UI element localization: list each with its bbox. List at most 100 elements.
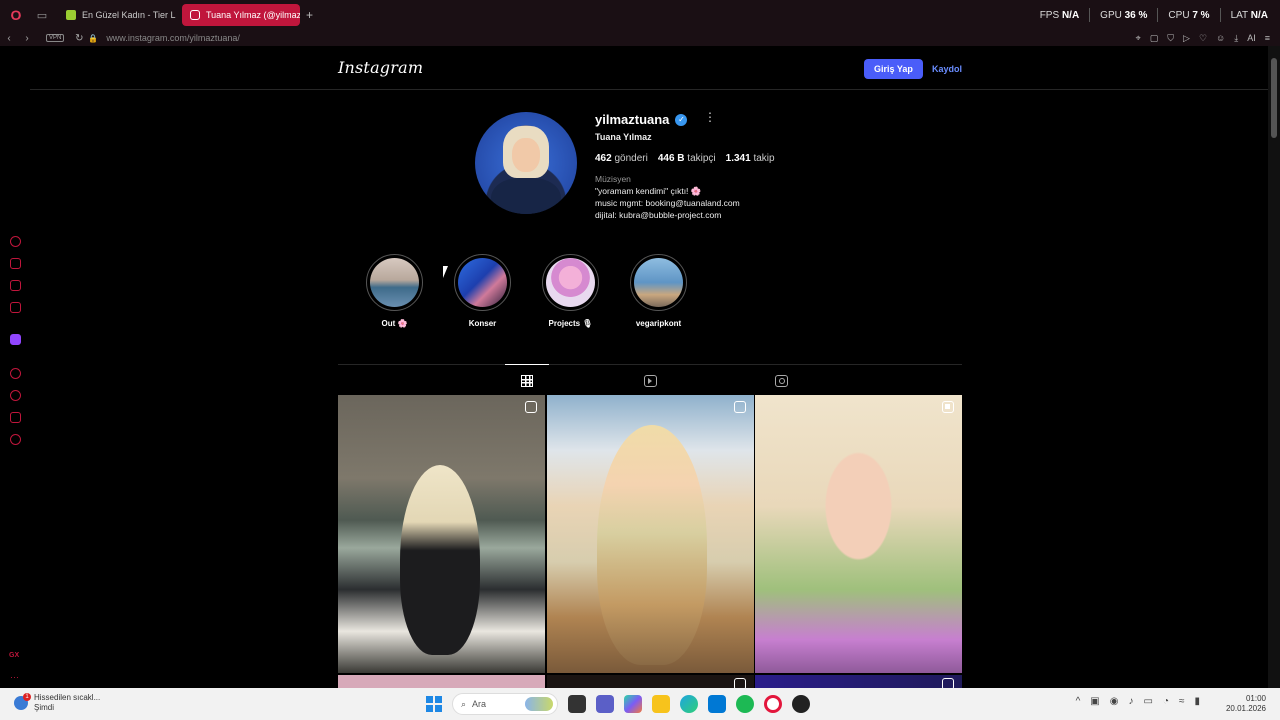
fps-stat: FPS N/A: [1039, 9, 1080, 21]
post-item[interactable]: [755, 674, 962, 688]
weather-text: Hissedilen sıcakl...: [34, 693, 101, 702]
tab-tagged[interactable]: [759, 365, 803, 397]
battery-icon[interactable]: ▮: [1194, 696, 1200, 707]
snapshot-icon[interactable]: ▢: [1150, 33, 1159, 44]
posts-count: 462 gönderi: [595, 153, 648, 164]
reel-badge-icon: [525, 401, 537, 413]
post-item[interactable]: [546, 674, 754, 688]
edge-icon[interactable]: [680, 695, 698, 713]
download-icon[interactable]: ⤓: [1234, 33, 1238, 44]
search-icon: ⌕: [461, 698, 467, 709]
display-icon[interactable]: ▭: [1143, 696, 1152, 707]
reels-icon: [643, 375, 657, 387]
profile-avatar[interactable]: [475, 112, 577, 214]
tray-app-icon[interactable]: ▣: [1090, 696, 1099, 707]
lat-stat: LAT N/A: [1230, 9, 1268, 21]
followers-count[interactable]: 446 B takipçi: [658, 153, 716, 164]
highlight-label: Out 🌸: [381, 319, 408, 328]
tier-list-favicon-icon: [66, 10, 76, 20]
sidebar-shop-icon[interactable]: [10, 258, 21, 269]
tab-manager-icon[interactable]: ▭: [32, 0, 52, 30]
instagram-header: Instagram Giriş Yap Kaydol: [30, 46, 1268, 90]
post-item[interactable]: [338, 395, 545, 673]
copilot-icon[interactable]: [624, 695, 642, 713]
performance-stats: FPS N/A GPU 36 % CPU 7 % LAT N/A: [1040, 0, 1268, 30]
store-icon[interactable]: [708, 695, 726, 713]
menu-icon[interactable]: ≡: [1265, 33, 1270, 43]
wifi-icon[interactable]: ≈: [1179, 696, 1185, 707]
profile-full-name: Tuana Yılmaz: [595, 132, 652, 142]
chevron-up-icon[interactable]: ^: [1076, 696, 1081, 707]
username-text: yilmaztuana: [595, 112, 670, 127]
sidebar-news-icon[interactable]: [10, 302, 21, 313]
back-icon[interactable]: ‹: [0, 33, 18, 44]
instagram-logo[interactable]: Instagram: [338, 58, 423, 77]
windows-start-icon[interactable]: [426, 696, 442, 712]
more-dots-icon[interactable]: ···: [10, 672, 19, 682]
highlight-vegaripkont[interactable]: vegaripkont: [630, 254, 687, 328]
login-button[interactable]: Giriş Yap: [864, 59, 923, 79]
reel-badge-icon: [942, 677, 954, 688]
new-tab-plus-icon[interactable]: +: [306, 8, 313, 22]
heart-icon[interactable]: ♡: [1199, 33, 1207, 44]
weather-widget[interactable]: Hissedilen sıcakl... Şimdi: [14, 693, 100, 713]
spotify-icon[interactable]: [736, 695, 754, 713]
sidebar-ai-icon[interactable]: [10, 236, 21, 247]
opera-logo-icon[interactable]: O: [0, 0, 32, 30]
sidebar-twitch-icon[interactable]: [10, 334, 21, 345]
tab-tier-list[interactable]: En Güzel Kadın - Tier List: [58, 4, 176, 26]
taskbar-search[interactable]: ⌕ Ara: [452, 693, 558, 715]
network-icon[interactable]: ◉: [1110, 696, 1119, 707]
lock-icon[interactable]: 🔒: [88, 34, 98, 43]
post-item[interactable]: [755, 395, 962, 673]
bio-line: music mgmt: booking@tuanaland.com: [595, 198, 740, 208]
app-icon[interactable]: [792, 695, 810, 713]
url-field[interactable]: www.instagram.com/yilmaztuana/: [106, 33, 240, 43]
page-scrollbar[interactable]: [1268, 46, 1280, 688]
tab-posts[interactable]: [505, 364, 549, 396]
weather-subtext: Şimdi: [34, 703, 55, 712]
gx-icon[interactable]: GX: [9, 652, 19, 659]
highlight-konser[interactable]: Konser: [454, 254, 511, 328]
reel-badge-icon: [733, 401, 746, 413]
play-icon[interactable]: ▷: [1183, 33, 1190, 44]
teams-icon[interactable]: [596, 695, 614, 713]
address-bar-tools: ⌖ ▢ ⛉ ▷ ♡ ☺ ⤓ AI ≡: [1136, 30, 1270, 46]
more-options-icon[interactable]: ⋮: [704, 110, 716, 124]
sidebar-chat-icon[interactable]: [10, 280, 21, 291]
posts-grid: [338, 395, 962, 688]
tab-instagram[interactable]: Tuana Yılmaz (@yilmaztuana: [182, 4, 300, 26]
sidebar-history-icon[interactable]: [10, 390, 21, 401]
sidebar-extensions-icon[interactable]: [10, 412, 21, 423]
instagram-favicon-icon: [190, 10, 200, 20]
post-item[interactable]: [338, 674, 545, 688]
mic-icon[interactable]: ♪: [1128, 696, 1133, 707]
signup-button[interactable]: Kaydol: [932, 59, 962, 79]
vpn-badge[interactable]: VPN: [46, 34, 65, 42]
reload-icon[interactable]: ↻: [70, 33, 88, 44]
clock-date: 20.01.2026: [1225, 704, 1266, 713]
taskbar-clock[interactable]: 01:00 20.01.2026: [1226, 694, 1266, 714]
mouse-cursor-icon: [443, 266, 448, 278]
post-item[interactable]: [546, 395, 754, 673]
following-count[interactable]: 1.341 takip: [726, 153, 775, 164]
volume-icon[interactable]: ◔: [1163, 696, 1169, 707]
profile-tabs: [338, 364, 962, 396]
tab-reels[interactable]: [628, 365, 672, 397]
file-explorer-icon[interactable]: [652, 695, 670, 713]
profile-counts: 462 gönderi 446 B takipçi 1.341 takip: [595, 153, 775, 164]
user-icon[interactable]: ☺: [1216, 33, 1225, 43]
shield-icon[interactable]: ⛉: [1167, 33, 1174, 44]
highlight-out[interactable]: Out 🌸: [366, 254, 423, 328]
ai-button[interactable]: AI: [1247, 33, 1256, 43]
sidebar-settings-icon[interactable]: [10, 434, 21, 445]
search-highlight-icon: [525, 697, 553, 711]
pin-icon[interactable]: ⌖: [1136, 33, 1141, 44]
carousel-badge-icon: [942, 401, 954, 413]
forward-icon[interactable]: ›: [18, 33, 36, 44]
sidebar-minus-icon[interactable]: [10, 368, 21, 379]
task-view-icon[interactable]: [568, 695, 586, 713]
profile-category: Müzisyen: [595, 174, 631, 184]
highlight-projects[interactable]: Projects 🎙: [542, 254, 599, 328]
opera-gx-icon[interactable]: [764, 695, 782, 713]
